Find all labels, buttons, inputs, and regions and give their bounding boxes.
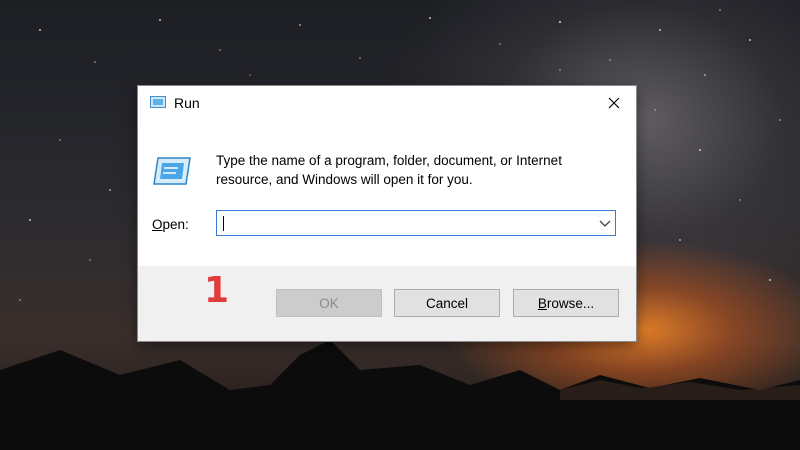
close-button[interactable] [592, 86, 636, 120]
text-cursor [223, 216, 224, 231]
chevron-down-icon[interactable] [599, 218, 611, 228]
dialog-footer: 1 OK Cancel Browse... [138, 266, 636, 341]
browse-accesskey: B [537, 296, 547, 311]
title-bar[interactable]: Run [138, 86, 636, 120]
mountain-silhouette [0, 340, 800, 450]
open-label-rest: pen: [162, 217, 189, 232]
open-input[interactable] [223, 214, 583, 232]
browse-label-rest: rowse... [546, 296, 595, 311]
browse-button[interactable]: Browse... [513, 289, 619, 317]
open-label: Open: [152, 217, 189, 232]
run-program-icon [153, 157, 191, 185]
step-number-annotation: 1 [204, 270, 230, 311]
close-icon [608, 97, 620, 109]
open-label-accesskey: O [152, 217, 163, 232]
ok-button[interactable]: OK [276, 289, 382, 317]
run-icon [150, 96, 166, 108]
dialog-title: Run [174, 95, 200, 111]
open-combobox[interactable] [216, 210, 616, 236]
run-dialog: Run Type the name of a program, folder, … [138, 86, 636, 341]
cancel-button[interactable]: Cancel [394, 289, 500, 317]
dialog-description: Type the name of a program, folder, docu… [216, 153, 562, 187]
